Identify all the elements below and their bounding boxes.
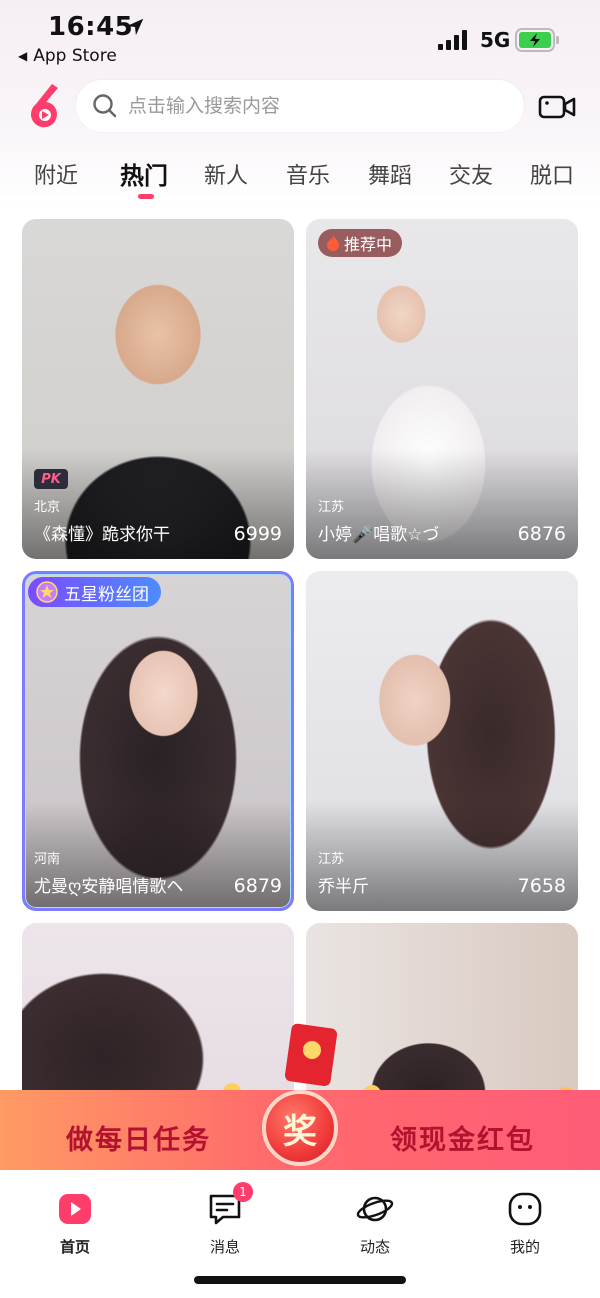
nav-home-label: 首页 bbox=[59, 1238, 90, 1256]
reward-button[interactable]: 奖 bbox=[262, 1090, 338, 1166]
back-triangle-icon: ◀ bbox=[18, 49, 28, 63]
pk-badge: PK bbox=[34, 469, 68, 489]
play-home-icon bbox=[59, 1194, 91, 1224]
unread-badge: 1 bbox=[233, 1182, 253, 1202]
nav-profile-label: 我的 bbox=[509, 1238, 540, 1256]
search-icon bbox=[93, 94, 117, 118]
live-room-card[interactable]: PK 北京 《森懂》跪求你干 6999 bbox=[22, 219, 294, 559]
reward-label: 奖 bbox=[283, 1111, 317, 1152]
card-title: 《森懂》跪求你干 bbox=[34, 525, 170, 545]
card-viewer-count: 7658 bbox=[517, 875, 566, 897]
live-room-card[interactable]: 五星粉丝团 河南 尤曼ღ安静唱情歌ヘ 6879 bbox=[22, 571, 294, 911]
status-time: 16:45 bbox=[48, 12, 134, 42]
search-input[interactable] bbox=[128, 95, 488, 117]
card-viewer-count: 6879 bbox=[233, 875, 282, 897]
nav-messages-label: 消息 bbox=[209, 1238, 240, 1256]
card-viewer-count: 6999 bbox=[233, 523, 282, 545]
flame-icon bbox=[327, 234, 339, 251]
tab-nearby[interactable]: 附近 bbox=[34, 158, 78, 190]
star-medal-icon bbox=[36, 581, 58, 603]
nav-home[interactable]: 首页 bbox=[25, 1190, 125, 1257]
nav-messages[interactable]: 1 消息 bbox=[175, 1182, 275, 1257]
back-to-app-store[interactable]: ◀ App Store bbox=[18, 46, 117, 66]
search-box[interactable] bbox=[76, 80, 524, 132]
home-indicator[interactable] bbox=[194, 1276, 406, 1284]
tab-music[interactable]: 音乐 bbox=[286, 158, 330, 190]
back-app-store-label: App Store bbox=[33, 46, 117, 66]
video-camera-icon[interactable] bbox=[538, 92, 576, 122]
tab-dating[interactable]: 交友 bbox=[449, 158, 493, 190]
planet-icon bbox=[356, 1196, 394, 1222]
fan-club-badge: 五星粉丝团 bbox=[28, 577, 161, 607]
nav-feed[interactable]: 动态 bbox=[325, 1190, 425, 1257]
promo-left-text: 做每日任务 bbox=[66, 1125, 211, 1156]
tab-newcomer[interactable]: 新人 bbox=[204, 158, 248, 190]
tab-dance[interactable]: 舞蹈 bbox=[368, 158, 412, 190]
live-room-card[interactable]: 江苏 乔半斤 7658 bbox=[306, 571, 578, 911]
card-location: 河南 bbox=[34, 852, 61, 867]
recommended-badge: 推荐中 bbox=[318, 229, 403, 257]
card-location: 江苏 bbox=[318, 500, 345, 515]
nav-feed-label: 动态 bbox=[359, 1238, 390, 1256]
status-bar: 16:45 ◀ App Store 5G bbox=[0, 0, 600, 76]
promo-right-text: 领现金红包 bbox=[390, 1125, 535, 1156]
location-arrow-icon bbox=[126, 18, 144, 36]
app-logo-icon[interactable] bbox=[24, 82, 64, 130]
card-title: 乔半斤 bbox=[318, 877, 369, 897]
tab-hot[interactable]: 热门 bbox=[120, 156, 168, 191]
recommended-badge-label: 推荐中 bbox=[344, 235, 393, 254]
card-title: 尤曼ღ安静唱情歌ヘ bbox=[34, 877, 184, 897]
battery-charging-icon bbox=[515, 28, 559, 52]
card-viewer-count: 6876 bbox=[517, 523, 566, 545]
cellular-signal-icon bbox=[438, 30, 467, 50]
active-tab-indicator bbox=[138, 194, 154, 199]
card-location: 江苏 bbox=[318, 852, 345, 867]
nav-profile[interactable]: 我的 bbox=[475, 1190, 575, 1257]
profile-face-icon bbox=[508, 1192, 542, 1226]
card-title: 小婷🎤唱歌☆づ bbox=[318, 525, 440, 545]
category-tabs: 附近 热门 新人 音乐 舞蹈 交友 脱口 bbox=[0, 148, 600, 208]
fan-club-badge-label: 五星粉丝团 bbox=[64, 584, 149, 605]
network-type: 5G bbox=[480, 28, 511, 52]
card-location: 北京 bbox=[34, 500, 61, 515]
tab-talk-show[interactable]: 脱口 bbox=[530, 158, 574, 190]
live-room-card[interactable]: 推荐中 江苏 小婷🎤唱歌☆づ 6876 bbox=[306, 219, 578, 559]
red-packet-icon bbox=[284, 1023, 338, 1087]
